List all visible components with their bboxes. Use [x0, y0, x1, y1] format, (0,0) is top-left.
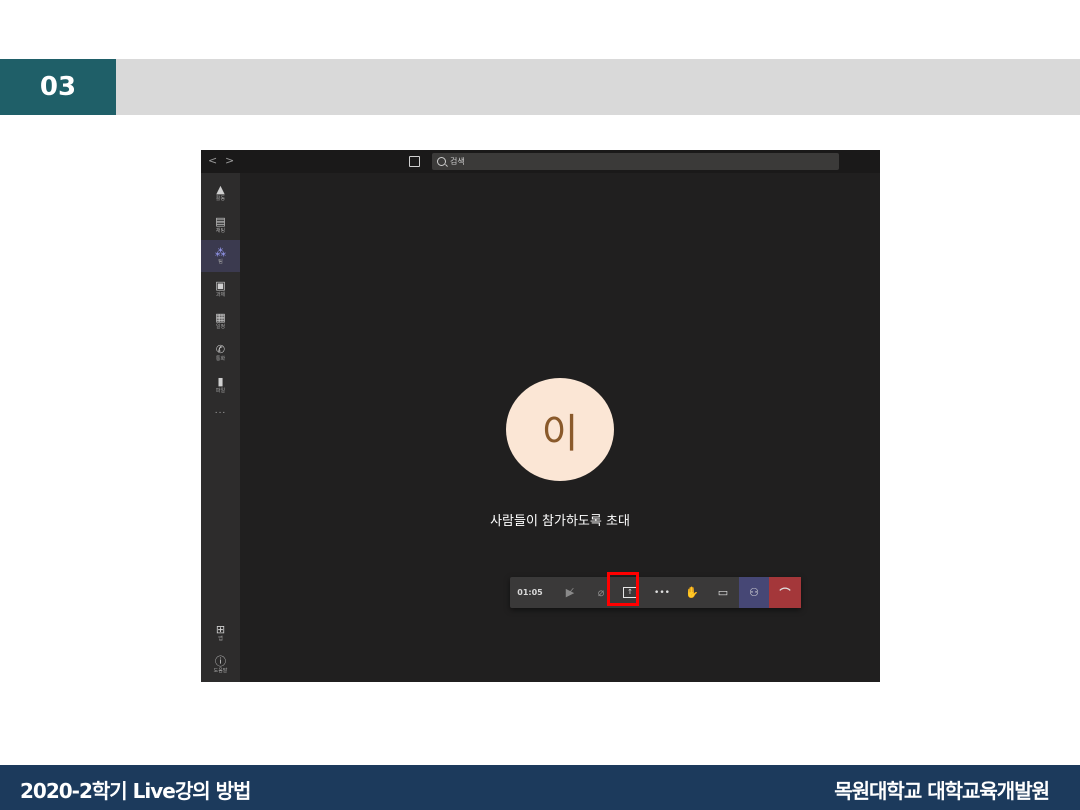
rail-label: 채팅 — [215, 227, 226, 234]
hang-up-icon: ⌒ — [779, 586, 791, 600]
chat-icon: ▤ — [215, 214, 226, 228]
rail-label: 통화 — [215, 355, 226, 362]
section-number: 03 — [0, 59, 116, 115]
title-bar: < > 검색 — [201, 150, 880, 173]
more-actions-button[interactable]: ••• — [648, 577, 676, 608]
rail-item-chat[interactable]: ▤ 채팅 — [201, 209, 240, 241]
rail-label: 파일 — [215, 387, 226, 394]
rail-item-teams[interactable]: ⁂ 팀 — [201, 240, 240, 272]
call-timer: 01:05 — [510, 577, 550, 608]
mic-off-icon: ⌀ — [597, 586, 605, 599]
bell-icon: ▲ — [216, 182, 225, 196]
calendar-icon: ▦ — [215, 310, 226, 324]
apps-icon: ⊞ — [215, 622, 226, 636]
help-icon: ⓘ — [215, 654, 226, 668]
rail-item-apps[interactable]: ⊞ 앱 — [201, 617, 240, 649]
rail-item-activity[interactable]: ▲ 활동 — [201, 177, 240, 209]
search-placeholder: 검색 — [450, 157, 465, 166]
rail-item-files[interactable]: ▮ 파일 — [201, 369, 240, 401]
avatar: 이 — [506, 378, 614, 481]
footer-institution: 목원대학교 대학교육개발원 — [834, 779, 1050, 803]
app-rail: ▲ 활동 ▤ 채팅 ⁂ 팀 ▣ 과제 ▦ 일정 ✆ 통화 ▮ 파일 ... ⊞ — [201, 173, 240, 682]
call-timer-text: 01:05 — [517, 588, 543, 597]
participants-button[interactable]: ⚇ — [739, 577, 769, 608]
more-icon: ••• — [654, 587, 670, 598]
file-icon: ▮ — [217, 374, 224, 388]
compose-icon[interactable] — [409, 156, 420, 167]
rail-label: 팀 — [218, 258, 223, 265]
hang-up-button[interactable]: ⌒ — [769, 577, 801, 608]
chat-icon: ▭ — [717, 586, 729, 599]
camera-off-icon: ▶̸ — [565, 586, 575, 599]
hand-icon: ✋ — [685, 586, 699, 599]
rail-label: 과제 — [215, 291, 226, 298]
raise-hand-button[interactable]: ✋ — [676, 577, 708, 608]
people-icon: ⚇ — [749, 586, 759, 599]
back-button[interactable]: < — [208, 154, 217, 167]
search-icon — [437, 157, 446, 166]
rail-label: 도움말 — [213, 667, 228, 674]
invite-text[interactable]: 사람들이 참가하도록 초대 — [431, 510, 689, 529]
footer-title: 2020-2학기 Live강의 방법 — [20, 779, 251, 803]
rail-item-help[interactable]: ⓘ 도움말 — [201, 649, 240, 681]
forward-button[interactable]: > — [225, 154, 234, 167]
footer-bar: 2020-2학기 Live강의 방법 목원대학교 대학교육개발원 — [0, 765, 1080, 810]
rail-item-calls[interactable]: ✆ 통화 — [201, 337, 240, 369]
call-controls: 01:05 ▶̸ ⌀ ↑ ••• ✋ ▭ ⚇ ⌒ — [510, 577, 801, 608]
more-apps-button[interactable]: ... — [201, 406, 240, 416]
rail-label: 앱 — [218, 635, 223, 642]
phone-icon: ✆ — [215, 342, 226, 356]
rail-item-assignments[interactable]: ▣ 과제 — [201, 273, 240, 305]
camera-toggle-button[interactable]: ▶̸ — [554, 577, 586, 608]
assignment-icon: ▣ — [215, 278, 226, 292]
header-bar — [116, 59, 1080, 115]
chat-button[interactable]: ▭ — [708, 577, 738, 608]
search-input[interactable]: 검색 — [432, 153, 839, 170]
teams-meeting-window: < > 검색 ▲ 활동 ▤ 채팅 ⁂ 팀 ▣ 과제 ▦ 일정 ✆ 통화 ▮ 파일… — [201, 150, 880, 682]
teams-icon: ⁂ — [215, 245, 226, 259]
rail-item-calendar[interactable]: ▦ 일정 — [201, 305, 240, 337]
share-screen-highlight — [607, 572, 639, 606]
rail-label: 활동 — [215, 195, 226, 202]
rail-label: 일정 — [215, 323, 226, 330]
